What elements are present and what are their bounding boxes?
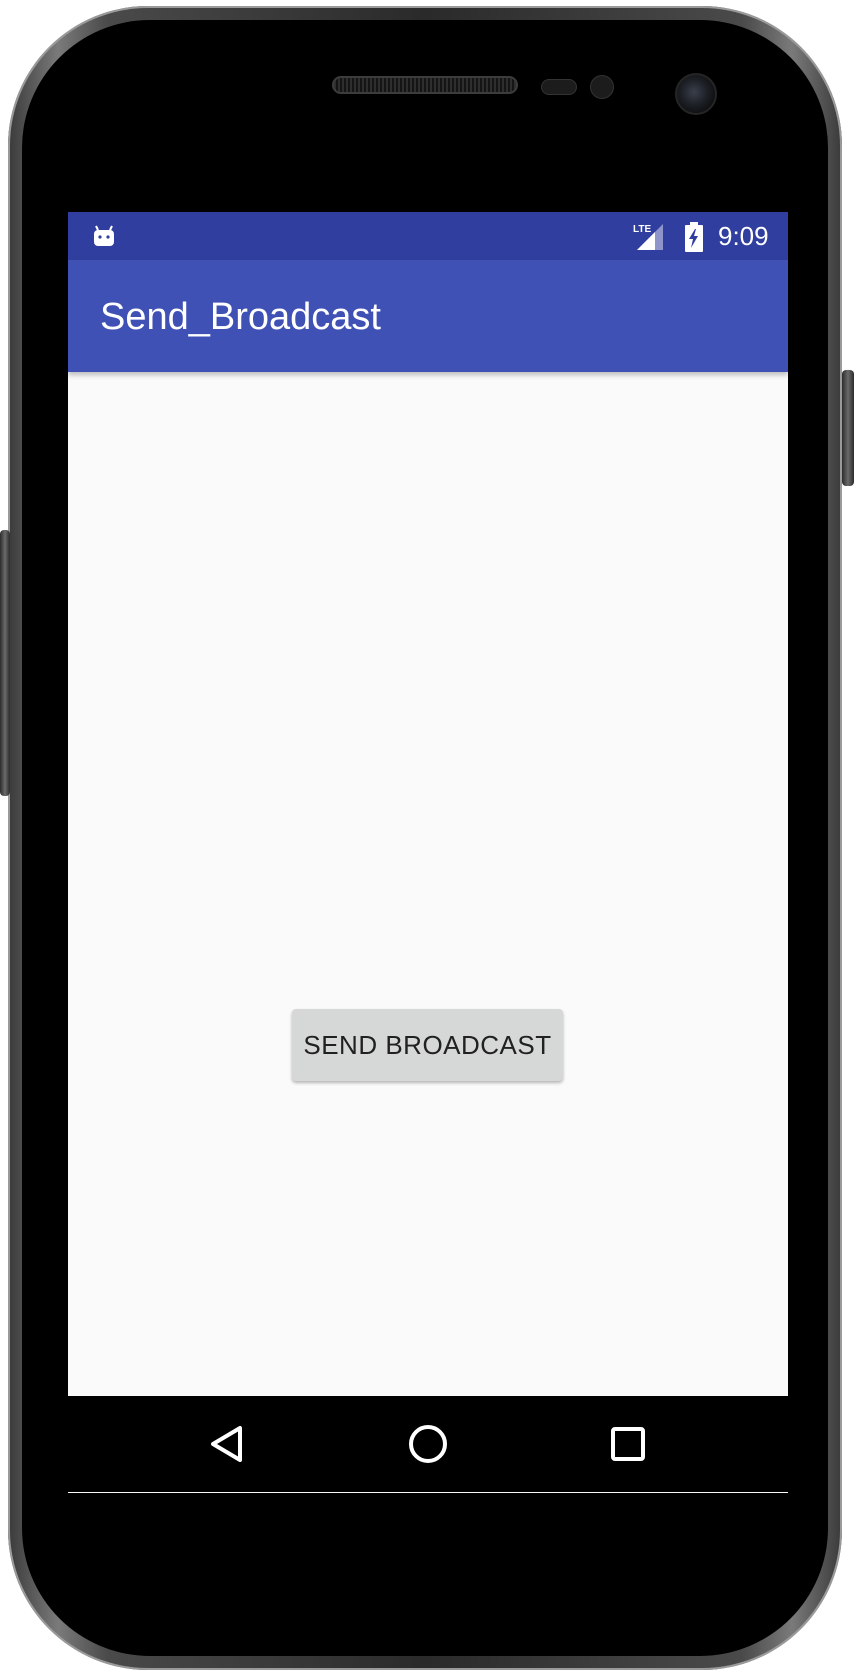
light-sensor-icon <box>590 75 614 99</box>
back-triangle-icon[interactable] <box>204 1420 252 1468</box>
navigation-bar <box>68 1396 788 1492</box>
main-content: SEND BROADCAST <box>68 372 788 1493</box>
app-title: Send_Broadcast <box>100 296 381 338</box>
lte-label: LTE <box>633 224 651 235</box>
home-circle-icon[interactable] <box>404 1420 452 1468</box>
proximity-sensor-icon <box>541 79 577 95</box>
status-time: 9:09 <box>718 221 769 251</box>
app-toolbar: Send_Broadcast <box>68 260 788 372</box>
status-bar: LTE 9:09 <box>68 212 788 260</box>
send-broadcast-button[interactable]: SEND BROADCAST <box>292 1009 563 1081</box>
volume-button <box>0 530 10 796</box>
speaker-grille-icon <box>332 76 518 94</box>
lte-signal-icon: LTE <box>633 224 663 250</box>
battery-charging-icon <box>685 222 703 252</box>
power-button <box>842 370 854 486</box>
app-screen: LTE 9:09 Send_Broadcast SEND BROADCAST <box>68 212 788 1493</box>
android-icon <box>94 225 114 246</box>
recents-square-icon[interactable] <box>604 1420 652 1468</box>
front-camera-icon <box>675 73 717 115</box>
